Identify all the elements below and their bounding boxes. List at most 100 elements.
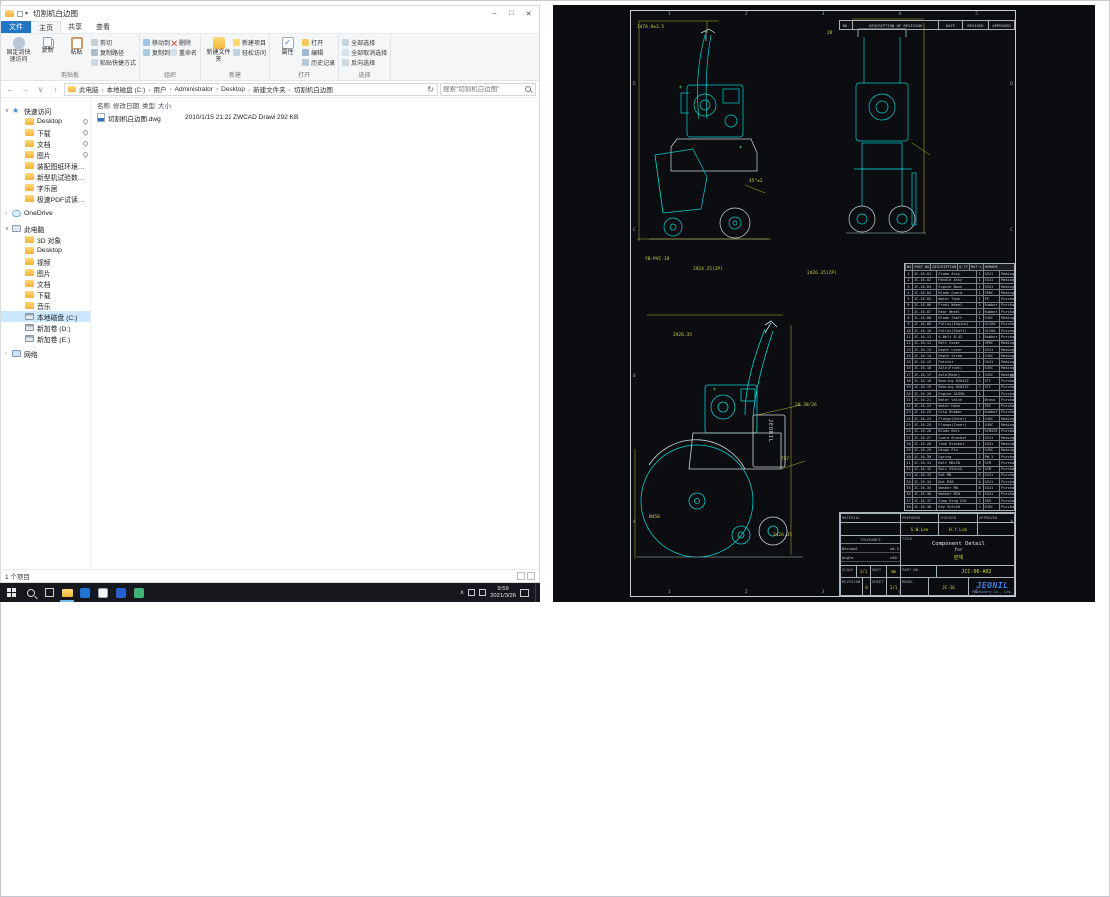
column-header[interactable]: 类型 — [140, 99, 156, 110]
refresh-icon[interactable]: ↻ — [427, 85, 434, 94]
sidebar-item[interactable]: 文档 — [1, 278, 90, 289]
sidebar-item[interactable]: Desktop — [1, 245, 90, 256]
sidebar-item[interactable]: › 网络 — [1, 348, 90, 359]
part-no: 25 — [906, 423, 911, 428]
tab-view[interactable]: 查看 — [89, 21, 117, 33]
sidebar-item[interactable]: 极速PDF试读器内置 — [1, 193, 90, 204]
taskbar-clock[interactable]: 9:59 2021/3/26 — [490, 586, 516, 600]
titlebar[interactable]: ▾ 切割机白边图 – □ ✕ — [1, 6, 539, 21]
sidebar-item[interactable]: 3D 对象 — [1, 234, 90, 245]
properties-button[interactable]: ✓ 属性 — [273, 36, 302, 57]
new-folder-button[interactable]: 新建文件夹 — [204, 36, 233, 63]
maximize-button[interactable]: □ — [503, 7, 520, 20]
taskbar-file-explorer[interactable] — [58, 583, 76, 602]
copy-path-button[interactable]: 复制路径 — [91, 48, 136, 57]
sidebar-item[interactable]: Desktop — [1, 116, 90, 127]
sidebar-item[interactable]: 图片 — [1, 149, 90, 160]
show-desktop-button[interactable] — [535, 583, 538, 602]
tray-icon-1[interactable] — [468, 589, 476, 596]
taskbar-app-document[interactable] — [94, 583, 112, 602]
part-qty: 1 — [975, 422, 983, 428]
taskbar-search-button[interactable] — [22, 583, 40, 602]
expander-chevron-icon[interactable]: › — [5, 211, 12, 217]
up-button[interactable]: ↑ — [49, 85, 62, 94]
part-no: 8 — [907, 316, 910, 321]
column-header[interactable]: 大小 — [156, 99, 172, 110]
action-center-icon[interactable] — [520, 588, 529, 597]
breadcrumb-segment[interactable]: 用户 — [145, 84, 166, 94]
sidebar-item[interactable]: 装配图纸环境监控 — [1, 160, 90, 171]
back-button[interactable]: ← — [4, 85, 17, 94]
breadcrumb-segment[interactable]: 本地磁盘 (C:) — [99, 84, 146, 94]
invert-selection-button[interactable]: 反向选择 — [342, 58, 387, 67]
details-view-toggle[interactable] — [517, 572, 525, 580]
expander-chevron-icon[interactable]: › — [5, 351, 12, 357]
tab-home[interactable]: 主页 — [31, 21, 61, 33]
start-button[interactable] — [0, 583, 22, 602]
sidebar-item[interactable]: 图片 — [1, 267, 90, 278]
task-view-button[interactable] — [40, 583, 58, 602]
sidebar-item[interactable]: 新加卷 (D:) — [1, 322, 90, 333]
delete-button[interactable]: ✕ 删除 — [170, 38, 197, 50]
expander-chevron-icon[interactable]: ∨ — [5, 108, 12, 114]
easy-access-button[interactable]: 轻松访问 — [233, 48, 266, 57]
address-bar[interactable]: 此电脑本地磁盘 (C:)用户AdministratorDesktop新建文件夹切… — [64, 82, 438, 96]
taskbar-app-green[interactable] — [130, 583, 148, 602]
sidebar-item[interactable]: ∨ 快速访问 — [1, 105, 90, 116]
sidebar-item[interactable]: 音乐 — [1, 300, 90, 311]
sidebar-item[interactable]: 下载 — [1, 289, 90, 300]
recent-locations-button[interactable]: ∨ — [34, 85, 47, 94]
sidebar-item[interactable]: 新型机试验数据归档 — [1, 171, 90, 182]
sidebar-item[interactable]: › OneDrive — [1, 208, 90, 219]
pin-to-quick-access-button[interactable]: 固定到快速访问 — [4, 34, 33, 63]
tray-chevron-icon[interactable]: ∧ — [460, 589, 464, 596]
forward-button[interactable]: → — [19, 85, 32, 94]
close-button[interactable]: ✕ — [520, 7, 537, 20]
column-header[interactable]: 修改日期 — [111, 99, 140, 110]
copy-to-button[interactable]: 复制到 — [143, 48, 170, 57]
paste-button[interactable]: 粘贴 — [62, 36, 91, 57]
tab-file[interactable]: 文件 — [1, 21, 31, 33]
move-to-button[interactable]: 移动到 — [143, 38, 170, 47]
taskbar-app-blue[interactable] — [76, 583, 94, 602]
rename-button[interactable]: 重命名 — [170, 48, 197, 57]
breadcrumb-segment[interactable]: 新建文件夹 — [245, 84, 286, 94]
tab-share[interactable]: 共享 — [61, 21, 89, 33]
search-box[interactable] — [440, 82, 536, 96]
search-input[interactable] — [443, 85, 523, 93]
sidebar-item[interactable]: 文档 — [1, 138, 90, 149]
sidebar-item[interactable]: 新加卷 (E:) — [1, 333, 90, 344]
breadcrumb-segment[interactable]: Administrator — [166, 86, 213, 93]
breadcrumb-segment[interactable]: 切割机白边图 — [286, 84, 333, 94]
select-all-button[interactable]: 全部选择 — [342, 38, 387, 47]
thumbnail-view-toggle[interactable] — [527, 572, 535, 580]
taskbar-app-zwcad[interactable] — [112, 583, 130, 602]
breadcrumb-segment[interactable]: Desktop — [213, 86, 245, 93]
quick-access-toolbar[interactable]: ▾ — [17, 10, 28, 17]
file-row[interactable]: 切割机白边图.dwg 2010/1/15 21:22 ZWCAD Drawing… — [91, 111, 539, 124]
minimize-button[interactable]: – — [486, 7, 503, 20]
part-description: Depth Lever — [936, 346, 975, 353]
sidebar-item-label: 字乐居 — [37, 185, 58, 193]
select-none-button[interactable]: 全部取消选择 — [342, 48, 387, 57]
cut-button[interactable]: 剪切 — [91, 38, 136, 47]
part-qty: 2 — [975, 378, 983, 384]
sidebar-item[interactable]: 本地磁盘 (C:) — [1, 311, 90, 322]
open-button[interactable]: 打开 — [302, 38, 335, 47]
unit-label: UNIT — [870, 565, 886, 577]
new-item-button[interactable]: 新建项目 — [233, 38, 266, 47]
expander-chevron-icon[interactable]: ∨ — [5, 226, 12, 232]
qat-dropdown-icon[interactable]: ▾ — [25, 10, 28, 17]
sidebar-item[interactable]: 视频 — [1, 256, 90, 267]
paste-shortcut-button[interactable]: 粘贴快捷方式 — [91, 58, 136, 67]
column-header[interactable]: 名称 — [95, 99, 111, 110]
copy-button[interactable]: 复制 — [33, 36, 62, 55]
sidebar-item[interactable]: 字乐居 — [1, 182, 90, 193]
sidebar-item[interactable]: 下载 — [1, 127, 90, 138]
qat-icon[interactable] — [17, 10, 23, 17]
tray-icon-2[interactable] — [479, 589, 487, 596]
breadcrumb-segment[interactable]: 此电脑 — [79, 84, 99, 94]
edit-button[interactable]: 编辑 — [302, 48, 335, 57]
history-button[interactable]: 历史记录 — [302, 58, 335, 67]
sidebar-item[interactable]: ∨ 此电脑 — [1, 223, 90, 234]
